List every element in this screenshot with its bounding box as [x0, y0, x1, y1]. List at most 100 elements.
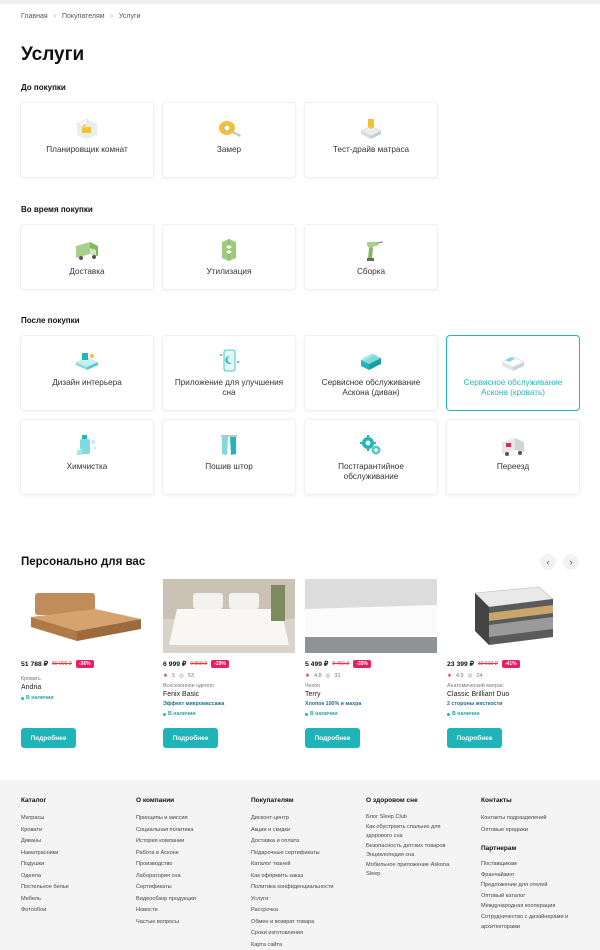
footer-link[interactable]: Дисконт-центр [251, 813, 334, 825]
details-button[interactable]: Подробнее [447, 728, 502, 748]
product-rating: ★ 4.8 ◎ 31 [305, 673, 437, 679]
footer-link[interactable]: Мебель [21, 894, 69, 906]
service-label: Переезд [496, 462, 530, 471]
curtains-icon [215, 432, 243, 458]
bed-service-icon [499, 348, 527, 374]
footer-link[interactable]: Каталог тканей [251, 859, 334, 871]
details-button[interactable]: Подробнее [305, 728, 360, 748]
footer-link[interactable]: Международная кооперация [481, 901, 581, 912]
moving-van-icon [499, 432, 527, 458]
footer-link[interactable]: Постельное белье [21, 882, 69, 894]
service-card-sofa-service[interactable]: Сервисное обслуживание Аскона (диван) [305, 336, 437, 410]
footer-links: Контакты подразделений Оптовые продажи [481, 813, 581, 836]
service-card-interior-design[interactable]: Дизайн интерьера [21, 336, 153, 410]
product-old-price: 32 610 ₽ [478, 661, 498, 667]
footer-link[interactable]: История компании [136, 836, 196, 848]
star-icon: ★ [447, 673, 452, 679]
service-label: Приложение для улучшения сна [174, 378, 284, 397]
footer-heading: О компании [136, 797, 175, 804]
service-card-measure[interactable]: Замер [163, 103, 295, 177]
product-category: Всесезонное одеяло [163, 683, 214, 689]
footer-link[interactable]: Одеяла [21, 871, 69, 883]
details-button[interactable]: Подробнее [21, 728, 76, 748]
service-label: Замер [216, 145, 242, 154]
product-old-price: 80 000 ₽ [52, 661, 72, 667]
footer-link[interactable]: Блог Sleep Club [366, 813, 458, 823]
footer-link[interactable]: Видеообзор продукции [136, 894, 196, 906]
footer-link[interactable]: Мобильное приложение Askona Sleep [366, 861, 458, 880]
service-card-bed-service[interactable]: Сервисное обслуживание Аскона (кровать) [447, 336, 579, 410]
chevron-right-icon: › [53, 13, 56, 20]
footer-link[interactable]: Принципы и миссия [136, 813, 196, 825]
service-card-recycle[interactable]: Утилизация [163, 225, 295, 289]
footer-link[interactable]: Матрасы [21, 813, 69, 825]
product-feature: Эффект микромассажа [163, 701, 225, 707]
section-title-before: До покупки [21, 83, 66, 92]
footer-link[interactable]: Сертификаты [136, 882, 196, 894]
stock-status: В наличии [447, 711, 579, 717]
footer-link[interactable]: Оптовый каталог [481, 891, 581, 902]
footer-link[interactable]: Безопасность детских товаров [366, 842, 458, 852]
service-card-curtains[interactable]: Пошив штор [163, 420, 295, 494]
footer-link[interactable]: Контакты подразделений [481, 813, 581, 825]
footer-link[interactable]: Фотообои [21, 905, 69, 917]
footer-heading: Контакты [481, 797, 512, 804]
carousel-next-button[interactable]: › [563, 554, 579, 570]
breadcrumb-home[interactable]: Главная [21, 13, 48, 20]
product-price: 5 499 ₽ [305, 661, 329, 668]
footer-link[interactable]: Социальная политика [136, 825, 196, 837]
footer-link[interactable]: Сотрудничество с дизайнерами и архитекто… [481, 912, 581, 933]
footer-link[interactable]: Франчайзинг [481, 870, 581, 881]
footer-link[interactable]: Услуги [251, 894, 334, 906]
service-card-sleep-app[interactable]: Приложение для улучшения сна [163, 336, 295, 410]
footer-link[interactable]: Производство [136, 859, 196, 871]
footer-link[interactable]: Диваны [21, 836, 69, 848]
details-button[interactable]: Подробнее [163, 728, 218, 748]
footer-link[interactable]: Оптовые продажи [481, 825, 581, 837]
footer-link[interactable]: Сроки изготовления [251, 928, 334, 940]
product-name[interactable]: Terry [305, 691, 437, 698]
product-image-mattress[interactable] [447, 579, 579, 653]
footer-link[interactable]: Как обустроить спальню для здорового сна [366, 823, 458, 842]
service-card-assembly[interactable]: Сборка [305, 225, 437, 289]
breadcrumb-buyers[interactable]: Покупателям [62, 13, 105, 20]
product-image-cover[interactable] [305, 579, 437, 653]
carousel-prev-button[interactable]: ‹ [540, 554, 556, 570]
footer-link[interactable]: Кровати [21, 825, 69, 837]
footer-link[interactable]: Поставщикам [481, 859, 581, 870]
footer-link[interactable]: Подушки [21, 859, 69, 871]
footer-link[interactable]: Доставка и оплата [251, 836, 334, 848]
dot-icon [305, 712, 308, 716]
service-card-delivery[interactable]: Доставка [21, 225, 153, 289]
product-name[interactable]: Classic Brilliant Duo [447, 691, 579, 698]
gears-icon [357, 432, 385, 458]
footer-link[interactable]: Акции и скидки [251, 825, 334, 837]
service-card-room-planner[interactable]: Планировщик комнат [21, 103, 153, 177]
product-image-blanket[interactable] [163, 579, 295, 653]
service-card-moving[interactable]: Переезд [447, 420, 579, 494]
product-name[interactable]: Andria [21, 684, 153, 691]
footer-link[interactable]: Новости [136, 905, 196, 917]
service-card-post-warranty[interactable]: Постгарантийное обслуживание [305, 420, 437, 494]
footer-link[interactable]: Карта сайта [251, 940, 334, 950]
footer-link[interactable]: Рассрочка [251, 905, 334, 917]
footer-link[interactable]: Работа в Асконе [136, 848, 196, 860]
product-card[interactable]: 6 999 ₽ 9 860 ₽ -29% ★ 5 ◎ 53 Всесезонное … [163, 579, 295, 748]
service-card-dry-cleaning[interactable]: Химчистка [21, 420, 153, 494]
footer-link[interactable]: Обмен и возврат товара [251, 917, 334, 929]
footer-link[interactable]: Как оформить заказ [251, 871, 334, 883]
product-card[interactable]: 5 499 ₽ 8 460 ₽ -35% ★ 4.8 ◎ 31 Чехол Terr… [305, 579, 437, 748]
footer-link[interactable]: Предложение для отелей [481, 880, 581, 891]
footer-col-contacts: Контакты Контакты подразделений Оптовые п… [481, 797, 581, 933]
service-card-test-drive[interactable]: Тест-драйв матраса [305, 103, 437, 177]
footer-link[interactable]: Частые вопросы [136, 917, 196, 929]
product-card[interactable]: 51 788 ₽ 80 000 ₽ -36% Кровать Andria В … [21, 579, 153, 748]
footer-link[interactable]: Лаборатория сна [136, 871, 196, 883]
footer-link[interactable]: Политика конфиденциальности [251, 882, 334, 894]
product-name[interactable]: Fenix Basic [163, 691, 295, 698]
product-card[interactable]: 23 399 ₽ 32 610 ₽ -41% ★ 4.9 ◎ 24 Анатомич… [447, 579, 579, 748]
footer-link[interactable]: Энциклопедия сна [366, 851, 458, 861]
footer-link[interactable]: Подарочные сертификаты [251, 848, 334, 860]
product-image-bed[interactable] [21, 579, 153, 653]
footer-link[interactable]: Наматрасники [21, 848, 69, 860]
